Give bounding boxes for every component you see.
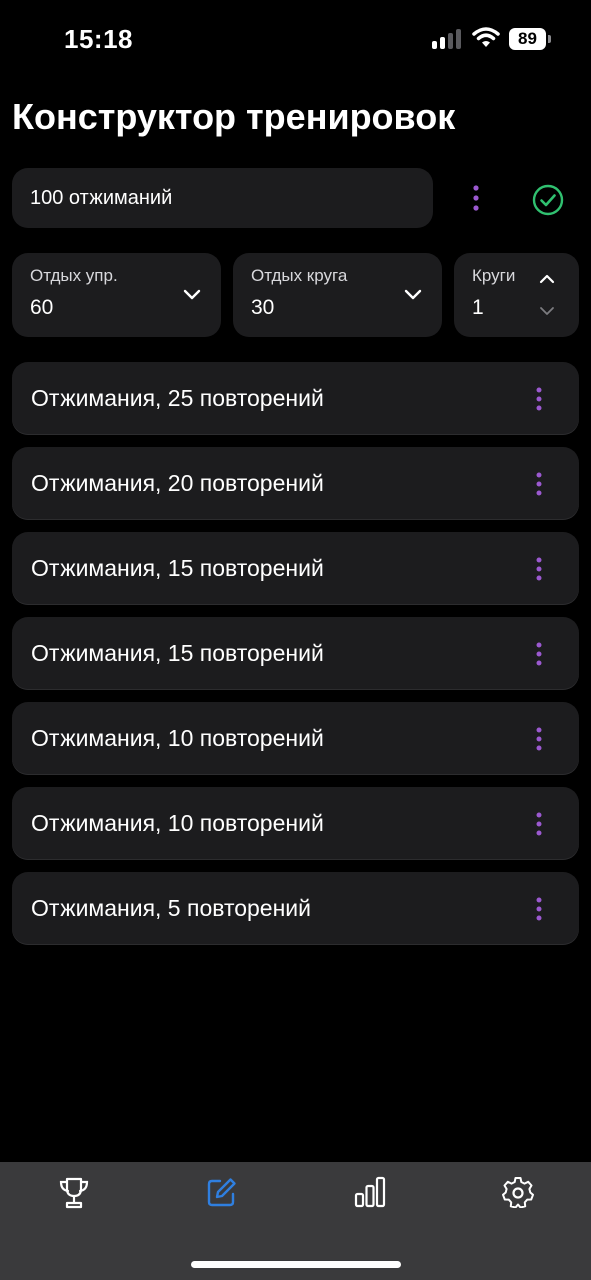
gear-icon [502,1177,534,1208]
tab-achievements[interactable] [0,1162,147,1224]
exercise-item[interactable]: Отжимания, 10 повторений [12,702,579,775]
wifi-icon [472,27,500,47]
tab-settings[interactable] [444,1162,591,1224]
save-check-icon[interactable] [531,183,565,217]
exercise-rest-value: 60 [30,296,54,319]
more-options-icon[interactable] [535,726,543,752]
exercise-rest-select[interactable]: Отдых упр. 60 [12,253,221,337]
stats-icon [354,1176,386,1208]
trophy-icon [59,1177,89,1209]
chevron-down-icon [404,289,422,300]
exercise-label: Отжимания, 10 повторений [31,725,324,751]
more-options-icon[interactable] [535,896,543,922]
battery-icon: 89 [509,28,551,50]
exercise-list: Отжимания, 25 повторений Отжимания, 20 п… [12,362,579,957]
exercise-item[interactable]: Отжимания, 15 повторений [12,532,579,605]
more-options-icon[interactable] [535,811,543,837]
exercise-item[interactable]: Отжимания, 25 повторений [12,362,579,435]
more-options-icon[interactable] [535,386,543,412]
more-options-icon[interactable] [460,178,492,218]
chevron-up-icon[interactable] [539,273,555,285]
signal-icon [432,29,464,49]
status-time: 15:18 [64,24,133,54]
chevron-down-icon [183,289,201,300]
exercise-label: Отжимания, 15 повторений [31,640,324,666]
exercise-item[interactable]: Отжимания, 10 повторений [12,787,579,860]
round-rest-label: Отдых круга [251,266,348,285]
exercise-item[interactable]: Отжимания, 5 повторений [12,872,579,945]
exercise-item[interactable]: Отжимания, 15 повторений [12,617,579,690]
status-bar: 15:18 89 [0,0,591,80]
exercise-label: Отжимания, 20 повторений [31,470,324,496]
exercise-label: Отжимания, 5 повторений [31,895,311,921]
exercise-item[interactable]: Отжимания, 20 повторений [12,447,579,520]
rounds-stepper[interactable]: Круги 1 [454,253,579,337]
exercise-label: Отжимания, 25 повторений [31,385,324,411]
home-indicator [191,1261,401,1268]
round-rest-value: 30 [251,296,275,319]
more-options-icon[interactable] [535,641,543,667]
exercise-label: Отжимания, 15 повторений [31,555,324,581]
exercise-rest-label: Отдых упр. [30,266,118,285]
page-title: Конструктор тренировок [12,96,456,137]
exercise-label: Отжимания, 10 повторений [31,810,324,836]
edit-icon [207,1178,236,1207]
more-options-icon[interactable] [535,556,543,582]
tab-constructor[interactable] [148,1162,295,1224]
tab-statistics[interactable] [296,1162,443,1224]
workout-name-field[interactable]: 100 отжиманий [12,168,433,228]
round-rest-select[interactable]: Отдых круга 30 [233,253,442,337]
chevron-down-icon[interactable] [539,305,555,317]
more-options-icon[interactable] [535,471,543,497]
battery-level: 89 [518,29,537,48]
